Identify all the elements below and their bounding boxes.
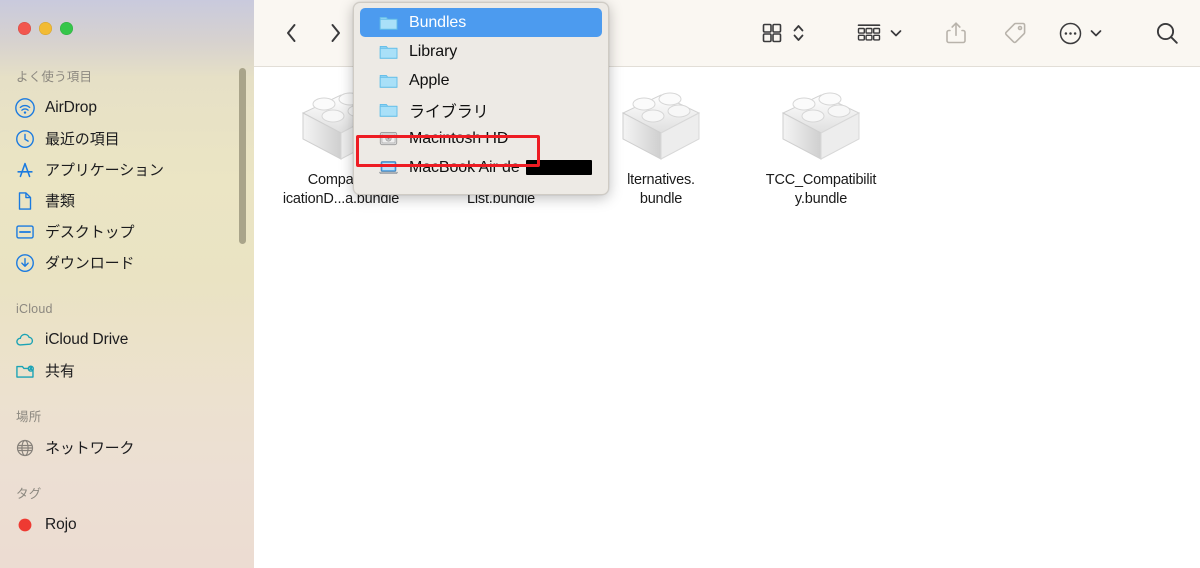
- zoom-button[interactable]: [60, 22, 73, 35]
- ellipsis-circle-icon: [1059, 22, 1082, 44]
- group-by-button[interactable]: [856, 16, 882, 50]
- file-label-line2: y.bundle: [794, 191, 848, 207]
- tag-button-inner: [1002, 16, 1028, 50]
- search-button[interactable]: [1154, 16, 1181, 50]
- dropdown-item-macintosh-hd[interactable]: Macintosh HD: [360, 124, 602, 153]
- sidebar-item-label: ダウンロード: [45, 255, 135, 272]
- sidebar-item-label: 最近の項目: [45, 131, 120, 148]
- document-icon: [18, 191, 32, 210]
- more-actions-group: [1058, 16, 1103, 50]
- bundle-icon: [613, 79, 709, 167]
- dropdown-item-macbook-air[interactable]: MacBook Air de: [360, 153, 602, 182]
- globe-icon: [16, 439, 34, 456]
- group-by-chevron-button[interactable]: [889, 16, 903, 50]
- sidebar-section-favorites-title: よく使う項目: [16, 70, 93, 84]
- grid-view-icon: [762, 23, 782, 43]
- clock-icon: [16, 129, 34, 148]
- sidebar-item-icloud-drive[interactable]: iCloud Drive: [0, 324, 246, 355]
- tag-dot-icon: [18, 518, 32, 531]
- view-stepper-button[interactable]: [792, 16, 805, 50]
- close-button[interactable]: [18, 22, 31, 35]
- sidebar-item-tag-rojo[interactable]: Rojo: [0, 509, 246, 540]
- sidebar-item-label: AirDrop: [45, 98, 97, 116]
- shared-folder-icon: [16, 364, 34, 378]
- sidebar-section-icloud-title: iCloud: [16, 302, 53, 316]
- laptop-icon: [379, 161, 398, 174]
- sidebar-item-airdrop[interactable]: AirDrop: [0, 92, 246, 123]
- sidebar-item-label: iCloud Drive: [45, 330, 129, 348]
- sidebar-item-shared[interactable]: 共有: [0, 355, 246, 386]
- dropdown-item-label: Apple: [409, 71, 450, 89]
- sidebar-item-label: ネットワーク: [45, 440, 135, 457]
- folder-icon: [379, 45, 398, 59]
- airdrop-icon: [15, 97, 35, 118]
- path-dropdown-menu: Bundles Library Apple ライブラリ Macintosh HD…: [353, 2, 609, 195]
- sidebar-section-tags-title: タグ: [16, 487, 42, 501]
- redaction-bar: [525, 160, 592, 175]
- chevron-right-icon: [331, 24, 340, 42]
- applications-icon: [17, 162, 33, 177]
- share-button[interactable]: [944, 16, 968, 50]
- grid-view-button[interactable]: [760, 16, 784, 50]
- sidebar-item-label: 共有: [45, 363, 75, 380]
- dropdown-item-label: MacBook Air de: [409, 158, 520, 176]
- sidebar-item-network[interactable]: ネットワーク: [0, 432, 246, 463]
- more-actions-chevron-button[interactable]: [1089, 16, 1103, 50]
- dropdown-item-library-jp[interactable]: ライブラリ: [360, 95, 602, 124]
- chevron-down-icon: [1090, 30, 1102, 37]
- file-label-line1: TCC_Compatibilit: [765, 172, 877, 188]
- sidebar: よく使う項目 AirDrop 最近の項目 アプリケーション 書類 デスクトップ …: [0, 0, 254, 568]
- traffic-lights: [18, 22, 73, 35]
- dropdown-item-apple[interactable]: Apple: [360, 66, 602, 95]
- updown-chevron-icon: [793, 25, 804, 41]
- sidebar-item-documents[interactable]: 書類: [0, 185, 246, 216]
- tag-icon: [1004, 22, 1026, 44]
- sidebar-item-downloads[interactable]: ダウンロード: [0, 247, 246, 278]
- sidebar-item-applications[interactable]: アプリケーション: [0, 154, 246, 185]
- sidebar-item-label: Rojo: [45, 515, 77, 533]
- file-label-line2: bundle: [639, 191, 683, 207]
- sidebar-item-desktop[interactable]: デスクトップ: [0, 216, 246, 247]
- cloud-icon: [16, 333, 34, 346]
- sidebar-item-recents[interactable]: 最近の項目: [0, 123, 246, 154]
- minimize-button[interactable]: [39, 22, 52, 35]
- sidebar-item-label: デスクトップ: [45, 224, 135, 241]
- share-icon: [946, 22, 966, 44]
- dropdown-item-label: ライブラリ: [409, 103, 489, 121]
- file-label-line1: lternatives.: [627, 172, 695, 188]
- finder-window: よく使う項目 AirDrop 最近の項目 アプリケーション 書類 デスクトップ …: [0, 0, 1200, 568]
- view-options-group: [760, 16, 805, 50]
- harddisk-icon: [379, 131, 398, 146]
- dropdown-item-label: Macintosh HD: [409, 129, 509, 147]
- dropdown-item-label: Library: [409, 42, 458, 60]
- forward-button[interactable]: [320, 18, 350, 48]
- sidebar-item-label: 書類: [45, 193, 75, 210]
- search-button-inner: [1154, 16, 1181, 50]
- dropdown-item-bundles[interactable]: Bundles: [360, 8, 602, 37]
- sidebar-item-label: アプリケーション: [45, 162, 164, 179]
- more-actions-button[interactable]: [1058, 16, 1083, 50]
- search-icon: [1156, 22, 1178, 44]
- dropdown-item-label-wrap: MacBook Air de: [409, 159, 592, 177]
- folder-icon: [379, 74, 398, 88]
- bundle-icon: [773, 79, 869, 167]
- chevron-down-icon: [890, 30, 902, 37]
- tag-button[interactable]: [1002, 16, 1028, 50]
- download-icon: [16, 253, 34, 272]
- chevron-left-icon: [286, 24, 295, 42]
- share-button-inner: [944, 16, 968, 50]
- file-item[interactable]: TCC_Compatibilit y.bundle: [746, 79, 896, 209]
- file-label: TCC_Compatibilit y.bundle: [746, 171, 896, 209]
- sidebar-list: よく使う項目 AirDrop 最近の項目 アプリケーション 書類 デスクトップ …: [0, 62, 254, 540]
- dropdown-item-label: Bundles: [409, 13, 467, 31]
- folder-icon: [379, 16, 398, 30]
- sidebar-section-locations-title: 場所: [16, 410, 42, 424]
- group-by-group: [856, 16, 903, 50]
- folder-icon: [379, 103, 398, 117]
- dropdown-item-library[interactable]: Library: [360, 37, 602, 66]
- sidebar-scrollbar[interactable]: [239, 68, 246, 244]
- back-button[interactable]: [276, 18, 306, 48]
- group-by-icon: [857, 24, 881, 41]
- desktop-icon: [16, 224, 34, 239]
